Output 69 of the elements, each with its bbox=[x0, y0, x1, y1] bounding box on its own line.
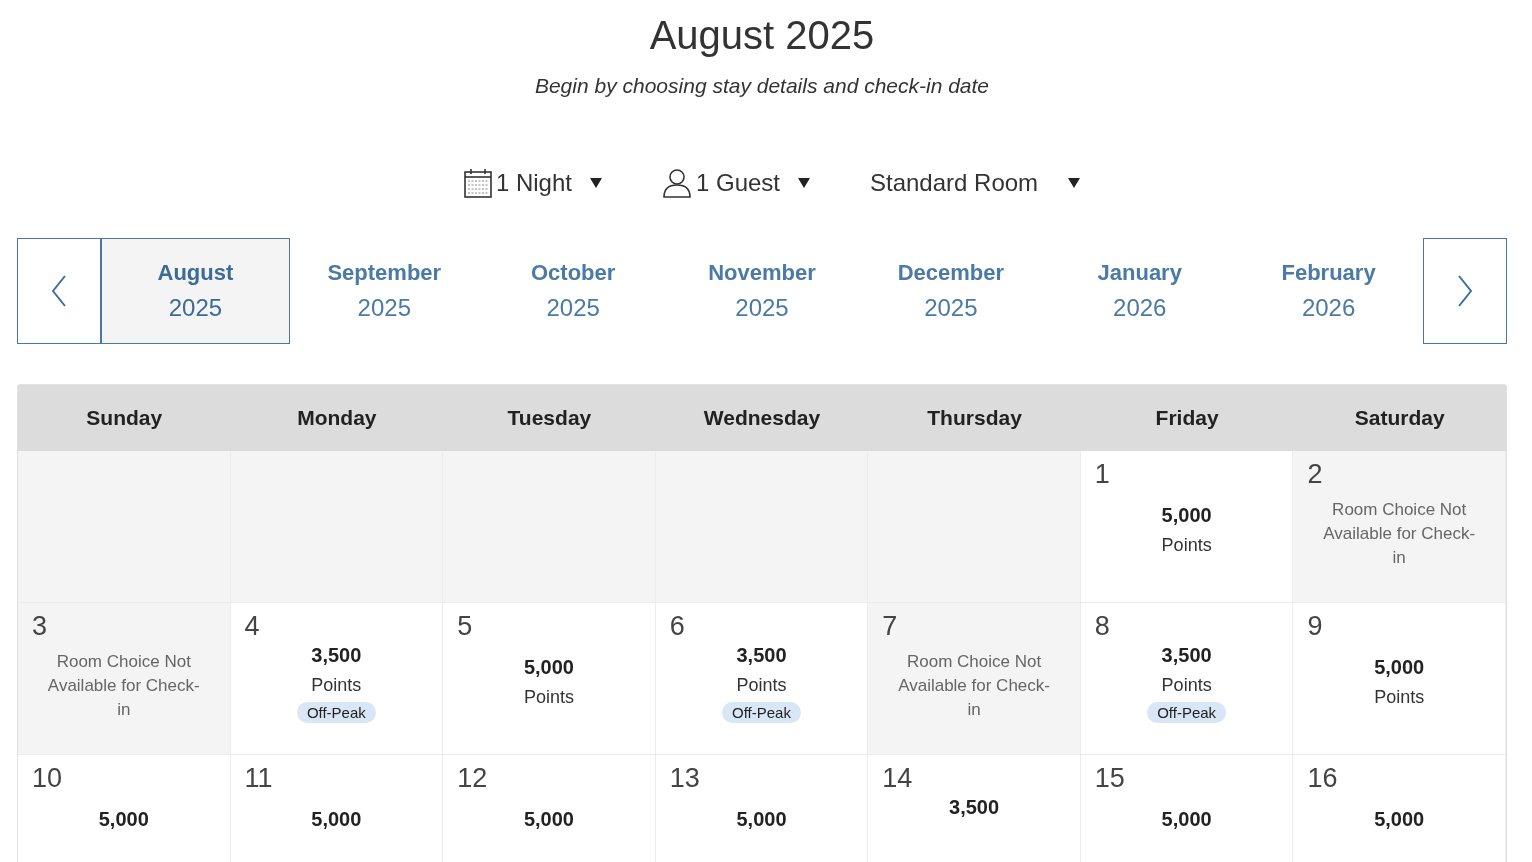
day-number: 16 bbox=[1307, 763, 1338, 794]
points-value: 5,000 bbox=[1161, 504, 1212, 527]
day-number: 3 bbox=[32, 611, 48, 642]
points-unit: Points bbox=[1161, 675, 1212, 696]
day-number: 10 bbox=[32, 763, 63, 794]
unavailable-note: Room Choice Not Available for Check-in bbox=[1322, 499, 1477, 569]
points-value: 5,000 bbox=[523, 656, 574, 679]
day-number: 15 bbox=[1094, 763, 1125, 794]
points-value: 3,500 bbox=[311, 644, 362, 667]
day-cell[interactable]: 4 3,500 Points Off-Peak bbox=[230, 603, 444, 755]
caret-icon bbox=[1068, 178, 1081, 188]
stay-selector[interactable]: Standard Room bbox=[870, 168, 1081, 198]
chevron-left-icon bbox=[51, 275, 67, 307]
off-peak-badge: Off-Peak bbox=[722, 702, 801, 723]
day-number: 2 bbox=[1307, 459, 1323, 490]
points-value: 5,000 bbox=[1161, 808, 1212, 831]
calendar-icon bbox=[463, 168, 492, 198]
points-unit: Points bbox=[1161, 535, 1212, 556]
day-number: 8 bbox=[1094, 611, 1110, 642]
day-number: 14 bbox=[882, 763, 913, 794]
weekday-label: Tuesday bbox=[506, 406, 593, 430]
month-tab[interactable]: August 2025 bbox=[101, 238, 290, 344]
next-button[interactable] bbox=[1423, 238, 1507, 344]
points-value: 5,000 bbox=[311, 808, 362, 831]
chevron-right-icon bbox=[1457, 275, 1473, 307]
day-number: 12 bbox=[457, 763, 488, 794]
points-unit: Points bbox=[736, 675, 787, 696]
subtitle: Begin by choosing stay details and check-in date bbox=[533, 74, 991, 98]
caret-icon bbox=[798, 178, 810, 188]
day-number: 5 bbox=[457, 611, 473, 642]
day-cell[interactable]: 1 5,000 Points bbox=[1080, 451, 1294, 603]
unavailable-note: Room Choice Not Available for Check-in bbox=[46, 651, 201, 721]
off-peak-badge: Off-Peak bbox=[296, 702, 376, 723]
points-unit: Points bbox=[311, 675, 362, 696]
points-value: 5,000 bbox=[98, 808, 149, 831]
day-number: 9 bbox=[1307, 611, 1323, 642]
unavailable-note: Room Choice Not Available for Check-in bbox=[897, 651, 1051, 721]
stay-selector[interactable]: 1 Guest bbox=[661, 168, 810, 198]
points-unit: Points bbox=[1374, 687, 1425, 708]
caret-icon bbox=[589, 178, 602, 188]
day-number: 13 bbox=[669, 763, 700, 794]
page-title: August 2025 bbox=[648, 12, 876, 59]
weekday-label: Sunday bbox=[85, 406, 164, 430]
points-value: 5,000 bbox=[1374, 656, 1425, 679]
day-number: 7 bbox=[882, 611, 898, 642]
points-unit: Points bbox=[523, 687, 574, 708]
points-value: 3,500 bbox=[1161, 644, 1212, 667]
day-number: 11 bbox=[244, 763, 273, 794]
points-value: 5,000 bbox=[1374, 808, 1425, 831]
day-cell[interactable]: 5 5,000 Points bbox=[443, 603, 656, 755]
day-number: 1 bbox=[1094, 459, 1110, 490]
weekday-label: Saturday bbox=[1353, 406, 1446, 430]
day-cell[interactable]: 8 3,500 Points Off-Peak bbox=[1080, 603, 1294, 755]
weekday-label: Friday bbox=[1154, 406, 1220, 430]
day-number: 4 bbox=[244, 611, 260, 642]
off-peak-badge: Off-Peak bbox=[1147, 702, 1227, 723]
points-value: 3,500 bbox=[949, 796, 1000, 819]
weekday-label: Monday bbox=[296, 406, 378, 430]
points-value: 5,000 bbox=[523, 808, 574, 831]
stay-selector[interactable]: 1 Night bbox=[463, 168, 602, 198]
day-cell[interactable]: 9 5,000 Points bbox=[1293, 603, 1506, 755]
day-cell[interactable]: 6 3,500 Points Off-Peak bbox=[655, 603, 869, 755]
person-icon bbox=[661, 168, 692, 198]
weekday-label: Wednesday bbox=[702, 406, 822, 430]
previous-button[interactable] bbox=[17, 238, 101, 344]
day-number: 6 bbox=[669, 611, 685, 642]
points-value: 5,000 bbox=[736, 808, 787, 831]
weekday-label: Thursday bbox=[926, 406, 1023, 430]
points-value: 3,500 bbox=[736, 644, 787, 667]
